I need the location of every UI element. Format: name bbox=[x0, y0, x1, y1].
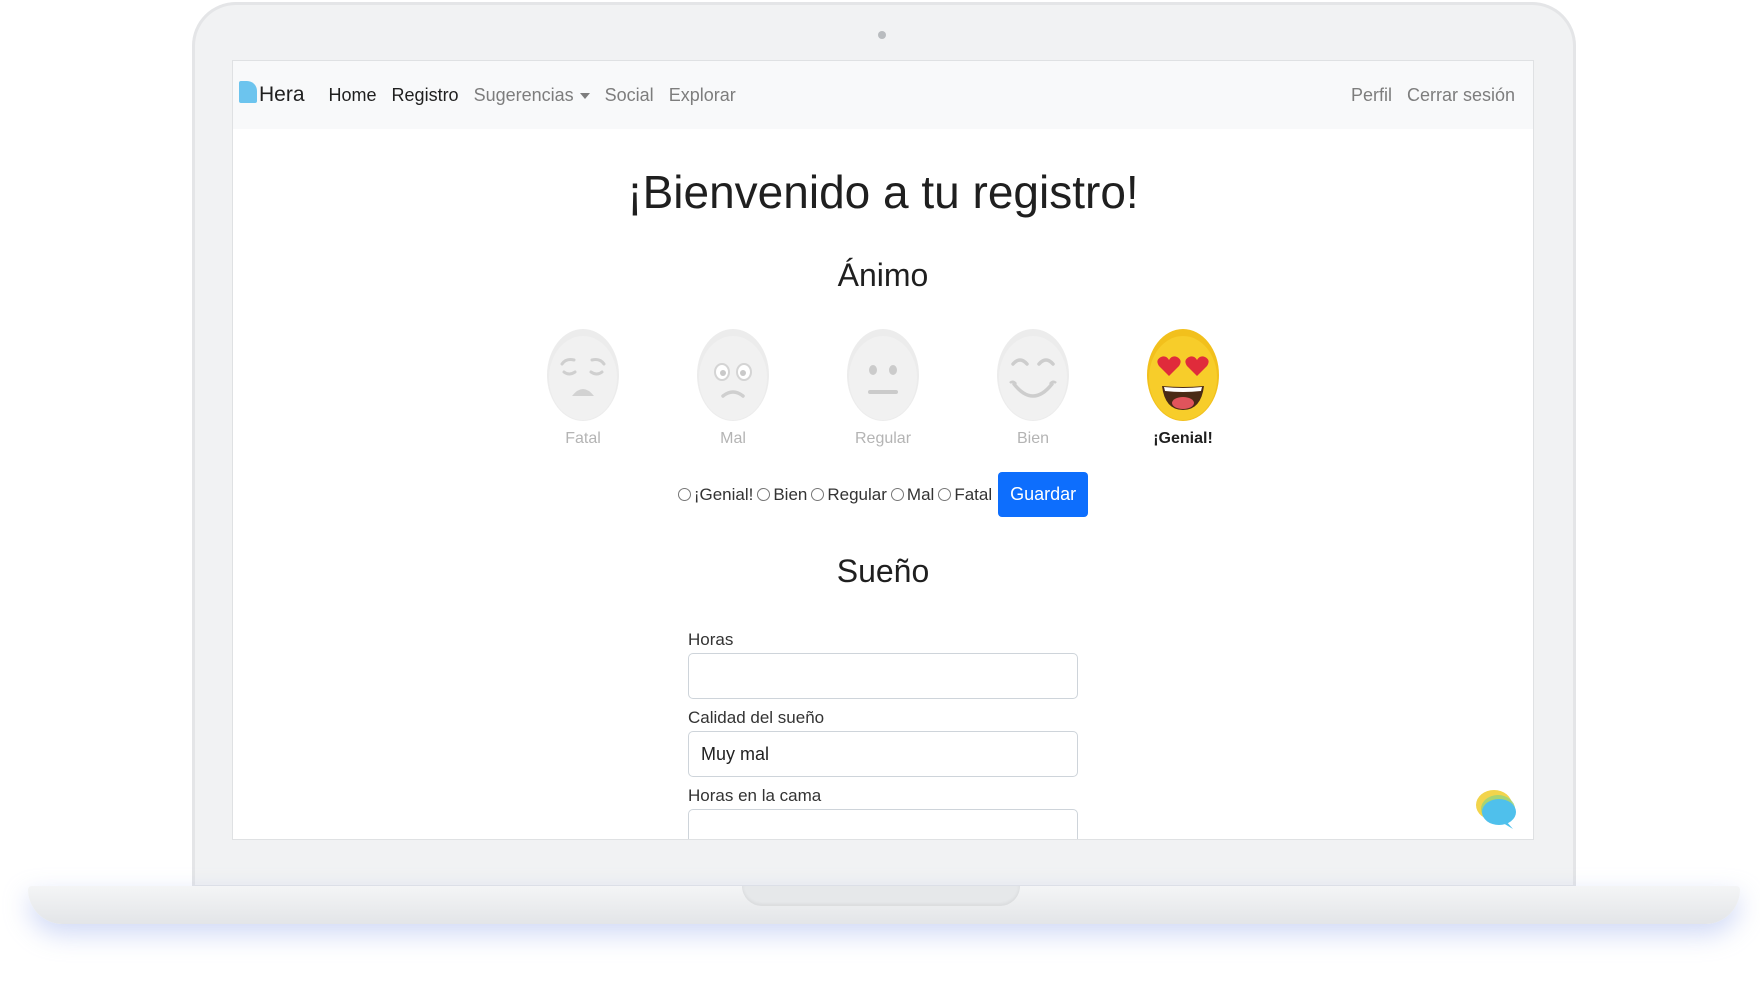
save-button[interactable]: Guardar bbox=[998, 472, 1089, 517]
radio-label-mal: Mal bbox=[906, 484, 935, 504]
laptop-mockup: Hera Home Registro Sugerencias Social Ex… bbox=[0, 0, 1760, 985]
brand-name: Hera bbox=[259, 83, 305, 106]
radio-button[interactable] bbox=[677, 488, 691, 501]
nav-explorar[interactable]: Explorar bbox=[669, 85, 736, 106]
horas-cama-label: Horas en la cama bbox=[688, 786, 822, 805]
mood-label-regular: Regular bbox=[854, 430, 912, 447]
radio-fatal[interactable]: Fatal bbox=[938, 485, 992, 505]
mood-genial[interactable]: ¡Genial! bbox=[1146, 328, 1220, 448]
nav-cerrar-sesion[interactable]: Cerrar sesión bbox=[1407, 85, 1515, 106]
calidad-input[interactable] bbox=[688, 731, 1078, 777]
radio-button[interactable] bbox=[757, 488, 771, 501]
smiling-face-icon bbox=[997, 329, 1069, 421]
mood-label-genial: ¡Genial! bbox=[1153, 430, 1213, 447]
radio-bien[interactable]: Bien bbox=[757, 485, 807, 505]
nav-sugerencias-dropdown[interactable]: Sugerencias bbox=[474, 85, 590, 106]
nav-sugerencias-label: Sugerencias bbox=[473, 84, 574, 105]
mood-bien[interactable]: Bien bbox=[996, 328, 1070, 448]
brand[interactable]: Hera bbox=[239, 81, 305, 107]
camera-dot bbox=[878, 31, 886, 39]
nav-social[interactable]: Social bbox=[605, 85, 654, 106]
mood-mal[interactable]: Mal bbox=[696, 328, 770, 448]
nav-left: Hera Home Registro Sugerencias Social Ex… bbox=[239, 81, 751, 107]
app-screen: Hera Home Registro Sugerencias Social Ex… bbox=[232, 60, 1534, 840]
radio-button[interactable] bbox=[890, 488, 904, 501]
main-content: ¡Bienvenido a tu registro! Ánimo Fatal M… bbox=[233, 165, 1533, 839]
nav-registro[interactable]: Registro bbox=[392, 85, 459, 106]
radio-genial[interactable]: ¡Genial! bbox=[677, 484, 754, 505]
radio-button[interactable] bbox=[938, 488, 952, 501]
caret-down-icon bbox=[579, 92, 590, 99]
horas-cama-input[interactable] bbox=[688, 809, 1078, 839]
navbar: Hera Home Registro Sugerencias Social Ex… bbox=[233, 61, 1533, 129]
nav-right: Perfil Cerrar sesión bbox=[1336, 85, 1515, 106]
radio-label-bien: Bien bbox=[773, 484, 808, 504]
mood-label-fatal: Fatal bbox=[565, 430, 601, 447]
radio-regular[interactable]: Regular bbox=[811, 485, 887, 505]
animo-title: Ánimo bbox=[837, 257, 929, 293]
sad-face-icon bbox=[697, 329, 769, 421]
radio-label-regular: Regular bbox=[827, 484, 887, 504]
nav-perfil[interactable]: Perfil bbox=[1351, 85, 1392, 106]
radio-label-genial: ¡Genial! bbox=[693, 484, 754, 504]
horas-label: Horas bbox=[688, 630, 734, 649]
mood-regular[interactable]: Regular bbox=[846, 328, 920, 448]
nav-home[interactable]: Home bbox=[329, 85, 377, 106]
pained-face-icon bbox=[547, 329, 619, 421]
mood-fatal[interactable]: Fatal bbox=[546, 328, 620, 448]
sleep-form: Horas Calidad del sueño Horas en la cama bbox=[688, 630, 1078, 839]
chat-bubble-icon[interactable] bbox=[1473, 785, 1519, 831]
mood-label-mal: Mal bbox=[720, 430, 746, 447]
radio-mal[interactable]: Mal bbox=[890, 484, 935, 505]
calidad-label: Calidad del sueño bbox=[688, 708, 825, 727]
sueno-title: Sueño bbox=[836, 553, 930, 589]
laptop-notch bbox=[742, 886, 1020, 906]
hera-logo-icon bbox=[239, 81, 257, 103]
page-title: ¡Bienvenido a tu registro! bbox=[627, 166, 1139, 218]
neutral-face-icon bbox=[847, 329, 919, 421]
heart-eyes-face-icon bbox=[1147, 329, 1219, 421]
mood-label-bien: Bien bbox=[1016, 430, 1050, 447]
mood-radio-group: ¡Genial! Bien Regular Mal Fatal Guardar bbox=[233, 472, 1533, 517]
radio-button[interactable] bbox=[811, 488, 825, 501]
horas-input[interactable] bbox=[688, 653, 1078, 699]
mood-selector: Fatal Mal Regular Bien ¡Genial! bbox=[233, 328, 1533, 448]
radio-label-fatal: Fatal bbox=[954, 484, 993, 504]
